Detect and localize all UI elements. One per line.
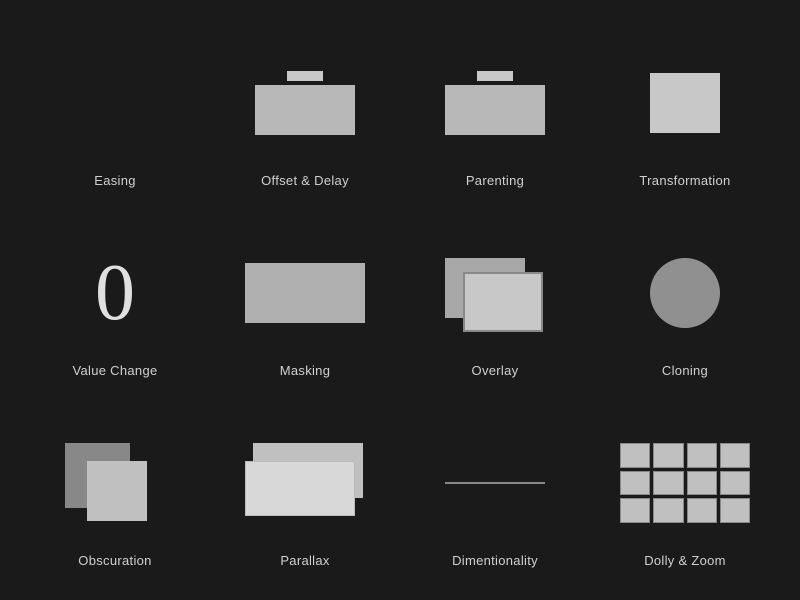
offset-delay-icon [235, 43, 375, 163]
dimentionality-label: Dimentionality [452, 553, 538, 568]
cell-parenting[interactable]: Parenting [405, 20, 585, 200]
transformation-icon [615, 43, 755, 163]
cell-masking[interactable]: Masking [215, 210, 395, 390]
value-change-label: Value Change [72, 363, 157, 378]
masking-label: Masking [280, 363, 331, 378]
cloning-icon [615, 233, 755, 353]
obscuration-label: Obscuration [78, 553, 151, 568]
transformation-label: Transformation [639, 173, 730, 188]
cell-offset-delay[interactable]: Offset & Delay [215, 20, 395, 200]
masking-icon [235, 233, 375, 353]
cell-overlay[interactable]: Overlay [405, 210, 585, 390]
offset-delay-label: Offset & Delay [261, 173, 349, 188]
parallax-label: Parallax [280, 553, 329, 568]
cell-obscuration[interactable]: Obscuration [25, 400, 205, 580]
overlay-icon [425, 233, 565, 353]
parallax-icon [235, 423, 375, 543]
parenting-icon [425, 43, 565, 163]
cloning-label: Cloning [662, 363, 708, 378]
dolly-zoom-label: Dolly & Zoom [644, 553, 726, 568]
easing-icon [45, 43, 185, 163]
easing-label: Easing [94, 173, 136, 188]
parenting-label: Parenting [466, 173, 524, 188]
cell-parallax[interactable]: Parallax [215, 400, 395, 580]
cell-easing[interactable]: Easing [25, 20, 205, 200]
cell-transformation[interactable]: Transformation [595, 20, 775, 200]
main-grid: Easing Offset & Delay Parenting Transfor… [5, 0, 795, 600]
cell-value-change[interactable]: 0 Value Change [25, 210, 205, 390]
cell-cloning[interactable]: Cloning [595, 210, 775, 390]
dimentionality-icon [425, 423, 565, 543]
dolly-zoom-icon [615, 423, 755, 543]
value-change-icon: 0 [45, 233, 185, 353]
obscuration-icon [45, 423, 185, 543]
cell-dolly-zoom[interactable]: Dolly & Zoom [595, 400, 775, 580]
cell-dimentionality[interactable]: Dimentionality [405, 400, 585, 580]
overlay-label: Overlay [472, 363, 519, 378]
